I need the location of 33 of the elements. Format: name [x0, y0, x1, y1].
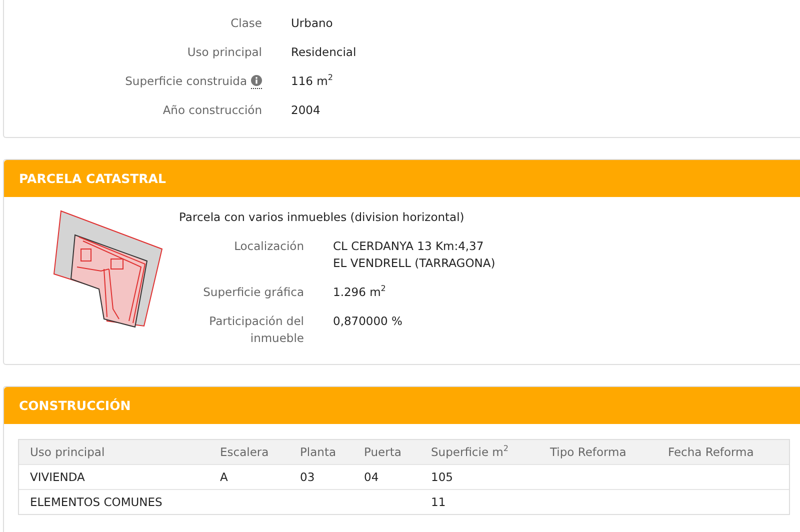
field-value: Urbano — [291, 15, 334, 32]
field-label: Localización — [234, 238, 304, 255]
field-label: Clase — [230, 15, 262, 32]
column-header: Puerta — [363, 445, 402, 459]
field-value: CL CERDANYA 13 Km:4,37 — [333, 238, 485, 255]
table-cell-text: ELEMENTOS COMUNES — [29, 495, 164, 509]
section-header: CONSTRUCCIÓN — [4, 387, 800, 424]
column-header: Superficie m$^{2}$ — [430, 445, 510, 459]
field-value: 116 m$^{2}$ — [291, 73, 334, 90]
field-label: Año construcción — [162, 102, 262, 119]
field-value: 0,870000 % — [333, 313, 404, 330]
table-cell-text: VIVIENDA — [29, 470, 86, 484]
field-label: Superficie gráfica — [203, 284, 304, 301]
table-cell-text: A — [219, 470, 229, 484]
section-header: PARCELA CATASTRAL — [4, 160, 800, 197]
parcel-description: Parcela con varios inmuebles (division horizontal) — [179, 209, 466, 226]
column-header: Escalera — [219, 445, 270, 459]
field-label: Uso principal — [187, 44, 262, 61]
field-value: 2004 — [291, 102, 322, 119]
table-cell-text: 03 — [299, 470, 316, 484]
field-value: 1.296 m$^{2}$ — [333, 284, 387, 301]
field-value: EL VENDRELL (TARRAGONA) — [333, 255, 496, 272]
table-cell-text: 04 — [363, 470, 380, 484]
column-header: Tipo Reforma — [549, 445, 628, 459]
field-label: Participación del inmueble — [208, 313, 304, 347]
table-cell-text: 105 — [430, 470, 454, 484]
table-cell-text: 11 — [430, 495, 447, 509]
field-label: Superficie construida — [125, 73, 247, 90]
column-header: Planta — [299, 445, 338, 459]
field-value: Residencial — [291, 44, 358, 61]
column-header: Uso principal — [29, 445, 106, 459]
info-icon[interactable] — [251, 75, 262, 89]
column-header: Fecha Reforma — [667, 445, 755, 459]
